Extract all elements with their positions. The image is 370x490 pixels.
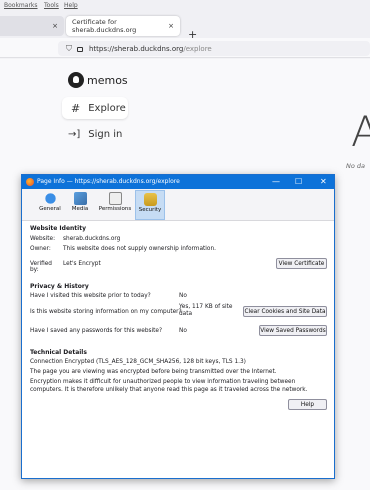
tab-strip: × Certificate for sherab.duckdns.org × +: [0, 12, 370, 41]
owner-label: Owner:: [30, 246, 51, 252]
menu-help[interactable]: Help: [64, 2, 78, 9]
visited-question: Have I visited this website prior to tod…: [30, 293, 151, 299]
connection-status: Connection Encrypted (TLS_AES_128_GCM_SH…: [30, 359, 246, 365]
brand-name: memos: [87, 73, 128, 87]
permissions-icon: [108, 192, 122, 205]
shield-icon[interactable]: ⛉: [66, 44, 72, 54]
help-button[interactable]: Help: [288, 399, 327, 410]
page-info-dialog: Page Info — https://sherab.duckdns.org/e…: [21, 174, 335, 479]
tab-certificate[interactable]: Certificate for sherab.duckdns.org ×: [66, 16, 180, 36]
nav-signin-label: Sign in: [88, 129, 123, 140]
lock-icon[interactable]: [77, 47, 83, 52]
padlock-icon: [143, 193, 157, 206]
storage-answer-line1: Yes, 117 KB of site: [179, 304, 233, 310]
clear-cookies-button[interactable]: Clear Cookies and Site Data: [243, 306, 327, 317]
verified-label: Verified by:: [30, 261, 52, 273]
empty-state-glyph: A: [351, 107, 370, 156]
storage-question: Is this website storing information on m…: [30, 309, 182, 315]
nav-bar: ⛉ https://sherab.duckdns.org/explore: [0, 38, 370, 58]
website-label: Website:: [30, 236, 56, 242]
tab-previous[interactable]: ×: [0, 16, 64, 36]
view-certificate-button[interactable]: View Certificate: [276, 258, 327, 269]
verified-value: Let's Encrypt: [63, 261, 101, 267]
dialog-titlebar[interactable]: Page Info — https://sherab.duckdns.org/e…: [22, 175, 334, 189]
media-icon: [73, 192, 87, 205]
identity-heading: Website Identity: [30, 225, 86, 232]
tab-certificate-label: Certificate for sherab.duckdns.org: [72, 18, 137, 34]
minimize-icon[interactable]: —: [272, 177, 280, 186]
view-saved-passwords-button[interactable]: View Saved Passwords: [259, 325, 327, 336]
tab-security[interactable]: Security: [135, 190, 165, 220]
maximize-icon[interactable]: ☐: [295, 177, 302, 186]
sign-in-icon: →]: [68, 129, 81, 140]
nav-signin[interactable]: →] Sign in: [68, 129, 122, 140]
tab-permissions[interactable]: Permissions: [96, 190, 134, 220]
url-domain: https://sherab.duckdns.org: [89, 44, 184, 53]
hash-icon: #: [71, 101, 81, 115]
tab-general[interactable]: General: [35, 190, 65, 220]
owner-value: This website does not supply ownership i…: [63, 246, 216, 252]
encryption-note: The page you are viewing was encrypted b…: [30, 369, 277, 375]
close-icon[interactable]: ✕: [320, 177, 327, 186]
website-value: sherab.duckdns.org: [63, 236, 121, 242]
tab-permissions-label: Permissions: [98, 206, 132, 212]
technical-heading: Technical Details: [30, 349, 87, 356]
privacy-heading: Privacy & History: [30, 283, 89, 290]
memos-logo-icon: [68, 72, 84, 88]
encryption-explanation: Encryption makes it difficult for unauth…: [30, 379, 308, 393]
storage-answer-line2: data: [179, 311, 193, 317]
tab-general-label: General: [39, 206, 61, 212]
tab-security-label: Security: [138, 207, 162, 213]
url-text: https://sherab.duckdns.org/explore: [89, 45, 212, 53]
menu-tools[interactable]: Tools: [44, 2, 59, 9]
url-path: /explore: [183, 44, 212, 53]
empty-state-text: No da: [346, 162, 366, 170]
menu-bookmarks[interactable]: Bookmarks: [4, 2, 38, 9]
passwords-question: Have I saved any passwords for this webs…: [30, 328, 163, 334]
visited-answer: No: [179, 293, 187, 299]
tab-close-icon[interactable]: ×: [168, 22, 174, 30]
url-bar[interactable]: ⛉ https://sherab.duckdns.org/explore: [58, 41, 370, 56]
dialog-toolbar: General Media Permissions Security: [22, 189, 334, 221]
menu-bar: Bookmarks Tools Help: [0, 0, 370, 12]
info-icon: [43, 192, 57, 205]
nav-explore[interactable]: # Explore: [62, 97, 128, 119]
tab-media[interactable]: Media: [65, 190, 95, 220]
brand[interactable]: memos: [68, 72, 128, 88]
passwords-answer: No: [179, 328, 187, 334]
dialog-title: Page Info — https://sherab.duckdns.org/e…: [37, 178, 180, 185]
tab-close-icon[interactable]: ×: [52, 22, 58, 30]
tab-media-label: Media: [71, 206, 89, 212]
nav-explore-label: Explore: [88, 102, 126, 114]
firefox-icon: [26, 178, 34, 186]
